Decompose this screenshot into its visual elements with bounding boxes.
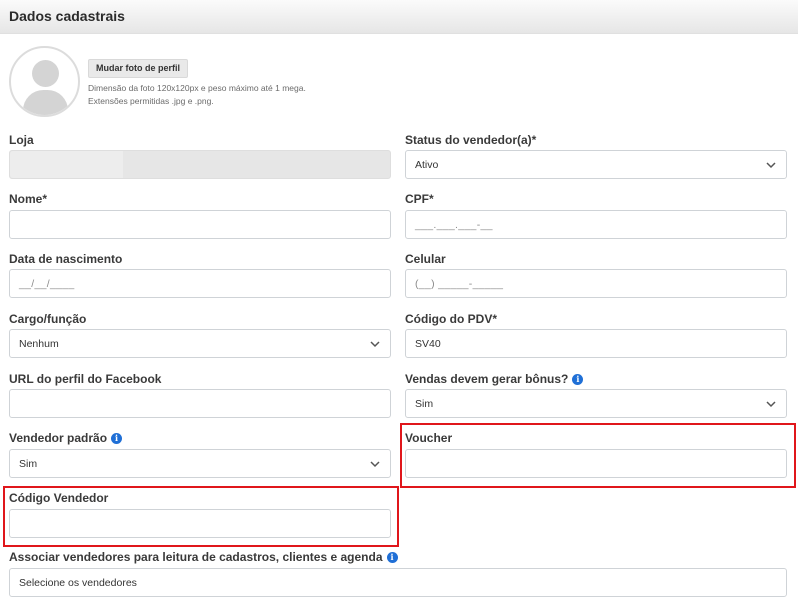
status-value: Ativo <box>415 159 439 171</box>
nascimento-label: Data de nascimento <box>9 252 123 266</box>
voucher-label: Voucher <box>405 431 453 445</box>
chevron-down-icon <box>766 401 776 408</box>
pdv-value: SV40 <box>415 338 441 350</box>
info-icon[interactable]: i <box>386 552 398 563</box>
cpf-input[interactable]: ___.___.___-__ <box>405 210 787 239</box>
associar-label-text: Associar vendedores para leitura de cada… <box>9 550 383 564</box>
vendedor-padrao-label-text: Vendedor padrão <box>9 431 108 445</box>
photo-help-dimensions: Dimensão da foto 120x120px e peso máximo… <box>88 83 306 93</box>
associar-placeholder: Selecione os vendedores <box>19 577 137 589</box>
facebook-label: URL do perfil do Facebook <box>9 372 162 386</box>
chevron-down-icon <box>766 162 776 169</box>
info-icon[interactable]: i <box>572 374 584 385</box>
page-title: Dados cadastrais <box>9 8 125 24</box>
change-photo-button[interactable]: Mudar foto de perfil <box>88 59 188 78</box>
vendedor-padrao-select[interactable]: Sim <box>9 449 391 478</box>
vendedor-padrao-value: Sim <box>19 458 38 470</box>
associar-label: Associar vendedores para leitura de cada… <box>9 550 398 564</box>
cpf-mask: ___.___.___-__ <box>415 219 493 231</box>
celular-label: Celular <box>405 252 446 266</box>
vendedor-padrao-label: Vendedor padrão i <box>9 431 123 445</box>
loja-field <box>9 150 391 179</box>
info-icon[interactable]: i <box>111 433 123 444</box>
loja-field-fill <box>10 151 123 178</box>
cargo-label: Cargo/função <box>9 312 87 326</box>
photo-help-extensions: Extensões permitidas .jpg e .png. <box>88 96 214 106</box>
nome-label: Nome* <box>9 192 48 206</box>
bonus-label-text: Vendas devem gerar bônus? <box>405 372 569 386</box>
loja-label: Loja <box>9 133 34 147</box>
facebook-input[interactable] <box>9 389 391 418</box>
associar-select[interactable]: Selecione os vendedores <box>9 568 787 597</box>
pdv-label: Código do PDV* <box>405 312 497 326</box>
bonus-select[interactable]: Sim <box>405 389 787 418</box>
cpf-label: CPF* <box>405 192 434 206</box>
status-label: Status do vendedor(a)* <box>405 133 537 147</box>
cargo-value: Nenhum <box>19 338 59 350</box>
codigo-vendedor-input[interactable] <box>9 509 391 538</box>
cargo-select[interactable]: Nenhum <box>9 329 391 358</box>
nome-input[interactable] <box>9 210 391 239</box>
nascimento-input[interactable]: __/__/____ <box>9 269 391 298</box>
chevron-down-icon <box>370 341 380 348</box>
bonus-label: Vendas devem gerar bônus? i <box>405 372 584 386</box>
avatar-head-icon <box>32 60 59 87</box>
chevron-down-icon <box>370 461 380 468</box>
page-header: Dados cadastrais <box>0 0 798 34</box>
avatar-body-icon <box>23 90 68 115</box>
celular-mask: (__) _____-_____ <box>415 278 504 290</box>
bonus-value: Sim <box>415 398 434 410</box>
status-select[interactable]: Ativo <box>405 150 787 179</box>
pdv-input[interactable]: SV40 <box>405 329 787 358</box>
nascimento-mask: __/__/____ <box>19 278 75 290</box>
codigo-vendedor-label: Código Vendedor <box>9 491 109 505</box>
celular-input[interactable]: (__) _____-_____ <box>405 269 787 298</box>
voucher-input[interactable] <box>405 449 787 478</box>
avatar <box>9 46 80 117</box>
